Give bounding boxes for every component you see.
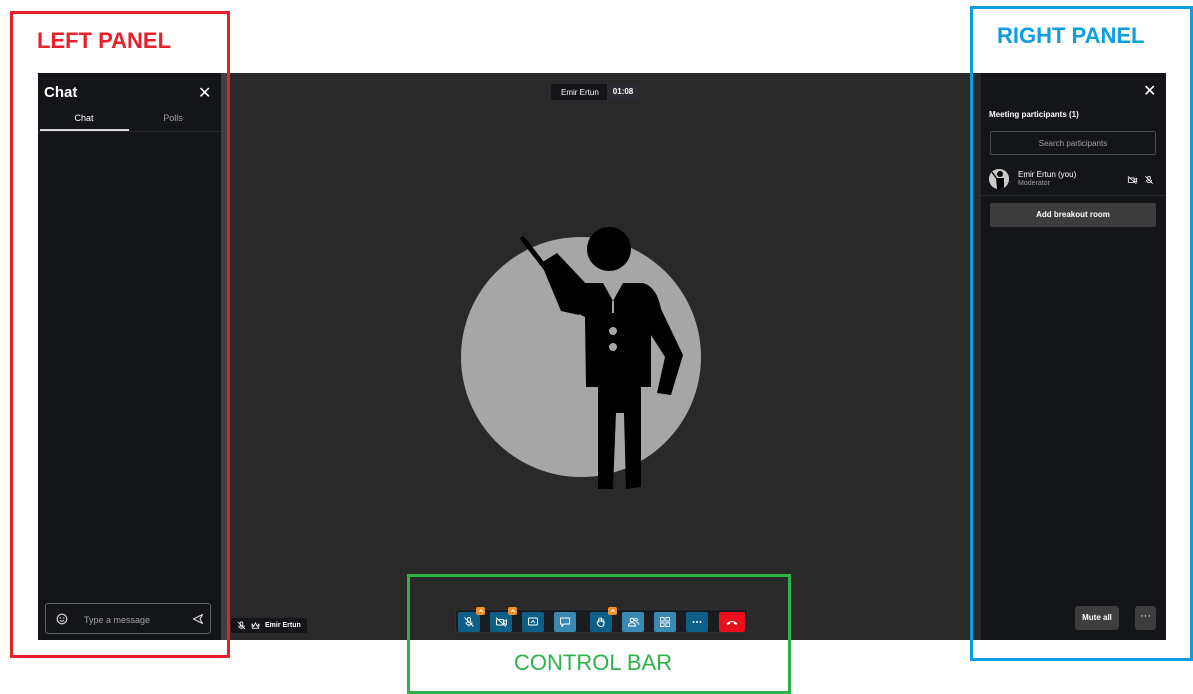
control-bar-annotation-box (407, 574, 791, 694)
presenter-avatar (461, 227, 701, 489)
mic-off-icon (237, 621, 246, 630)
meeting-timer: 01:08 (606, 84, 640, 100)
right-panel-annotation-box (970, 6, 1193, 661)
moderator-crown-icon (251, 621, 260, 629)
meeting-title: Emir Ertun (561, 87, 599, 97)
name-tag-text: Emir Ertun (265, 622, 301, 629)
meeting-header: Emir Ertun 01:08 (551, 84, 640, 100)
left-panel-annotation-box (10, 11, 230, 658)
participant-name-tag: Emir Ertun (231, 618, 307, 633)
